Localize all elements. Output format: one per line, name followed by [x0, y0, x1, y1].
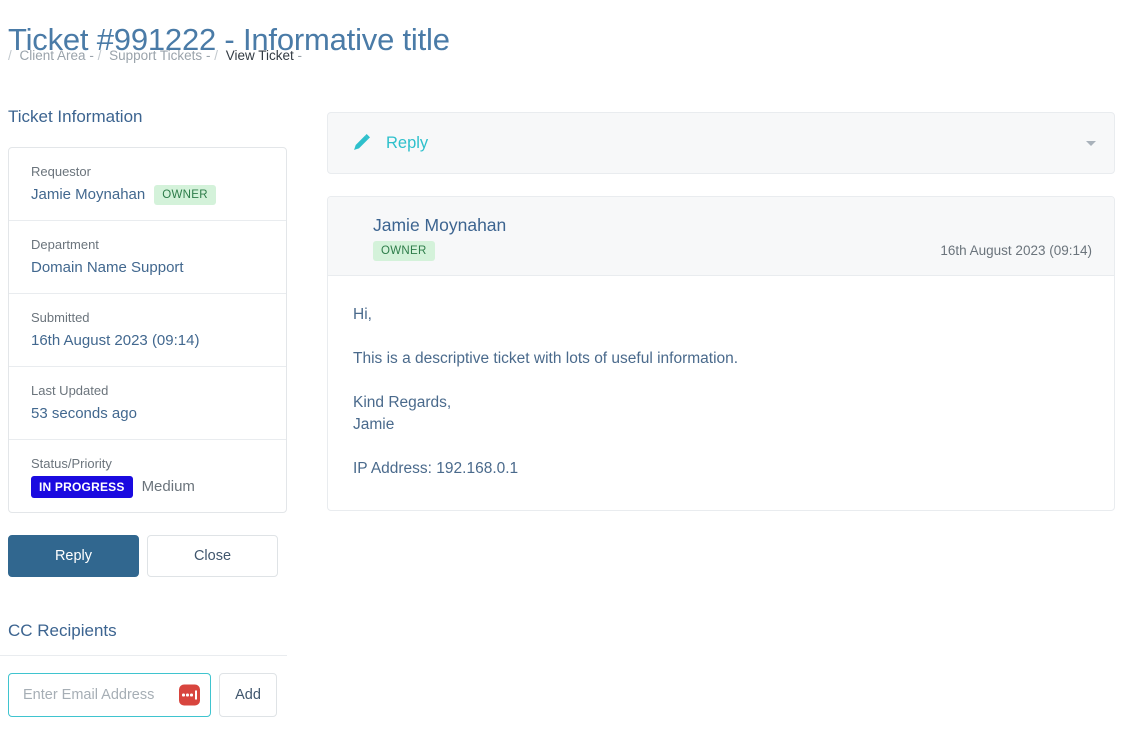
requestor-name: Jamie Moynahan	[31, 186, 146, 203]
breadcrumb-item-view-ticket: View Ticket	[225, 48, 294, 63]
breadcrumb-item-client-area[interactable]: Client Area	[20, 48, 86, 63]
reply-bar-label: Reply	[386, 133, 429, 152]
cc-recipients-heading: CC Recipients	[0, 619, 287, 656]
message-paragraph: Kind Regards, Jamie	[353, 394, 452, 433]
cc-recipients-form: Add	[8, 673, 287, 717]
info-row-requestor: Requestor Jamie Moynahan OWNER	[9, 148, 286, 221]
message-header: Jamie Moynahan OWNER 16th August 2023 (0…	[328, 197, 1114, 276]
message-author-name: Jamie Moynahan	[373, 215, 507, 235]
breadcrumb-item-support-tickets[interactable]: Support Tickets	[109, 48, 202, 63]
info-label-last-updated: Last Updated	[31, 383, 109, 398]
message-author-block: Jamie Moynahan OWNER	[373, 213, 940, 261]
ticket-action-buttons: Reply Close	[8, 535, 287, 577]
priority-text: Medium	[141, 478, 195, 495]
ticket-main-column: Reply Jamie Moynahan OWNER 16th August 2…	[327, 112, 1115, 511]
message-paragraph: This is a descriptive ticket with lots o…	[353, 350, 739, 367]
pencil-icon	[350, 132, 372, 154]
ticket-view-page: Ticket #991222 - Informative title / Cli…	[0, 0, 1135, 744]
info-value-department: Domain Name Support	[31, 259, 184, 276]
breadcrumb-separator: /	[214, 48, 218, 63]
info-value-last-updated: 53 seconds ago	[31, 405, 137, 422]
status-badge: IN PROGRESS	[31, 475, 133, 498]
chevron-down-icon[interactable]	[1086, 140, 1096, 146]
reply-button[interactable]: Reply	[8, 535, 139, 577]
message-timestamp: 16th August 2023 (09:14)	[940, 243, 1092, 258]
cc-recipients-section: CC Recipients Add	[0, 619, 295, 717]
breadcrumb: / Client Area - / Support Tickets - / Vi…	[8, 46, 302, 65]
breadcrumb-dash: -	[297, 48, 303, 63]
info-value-requestor: Jamie Moynahan OWNER	[31, 183, 264, 206]
email-field-wrapper	[8, 673, 211, 717]
message-body: Hi, This is a descriptive ticket with lo…	[328, 276, 1114, 510]
add-cc-recipient-button[interactable]: Add	[219, 673, 277, 717]
info-row-last-updated: Last Updated 53 seconds ago	[9, 367, 286, 440]
breadcrumb-separator: /	[97, 48, 102, 63]
close-ticket-button[interactable]: Close	[147, 535, 278, 577]
ticket-sidebar: Ticket Information Requestor Jamie Moyna…	[0, 105, 295, 717]
message-paragraph: Hi,	[353, 306, 372, 323]
password-manager-icon[interactable]	[179, 684, 200, 706]
ticket-information-panel: Requestor Jamie Moynahan OWNER Departmen…	[8, 147, 287, 513]
info-row-department: Department Domain Name Support	[9, 221, 286, 294]
message-paragraph: IP Address: 192.168.0.1	[353, 460, 519, 477]
breadcrumb-dash: -	[205, 48, 211, 63]
info-label-status-priority: Status/Priority	[31, 456, 112, 471]
reply-collapse-bar[interactable]: Reply	[327, 112, 1115, 174]
info-value-submitted: 16th August 2023 (09:14)	[31, 332, 200, 349]
info-value-status-priority: IN PROGRESS Medium	[31, 475, 264, 498]
info-label-requestor: Requestor	[31, 164, 91, 179]
breadcrumb-dash: -	[89, 48, 94, 63]
message-owner-badge: OWNER	[373, 241, 435, 261]
info-label-department: Department	[31, 237, 99, 252]
owner-badge: OWNER	[154, 184, 216, 205]
ticket-information-heading: Ticket Information	[8, 107, 143, 126]
info-row-status-priority: Status/Priority IN PROGRESS Medium	[9, 440, 286, 512]
breadcrumb-separator: /	[8, 48, 12, 63]
ticket-message-card: Jamie Moynahan OWNER 16th August 2023 (0…	[327, 196, 1115, 511]
info-row-submitted: Submitted 16th August 2023 (09:14)	[9, 294, 286, 367]
info-label-submitted: Submitted	[31, 310, 90, 325]
